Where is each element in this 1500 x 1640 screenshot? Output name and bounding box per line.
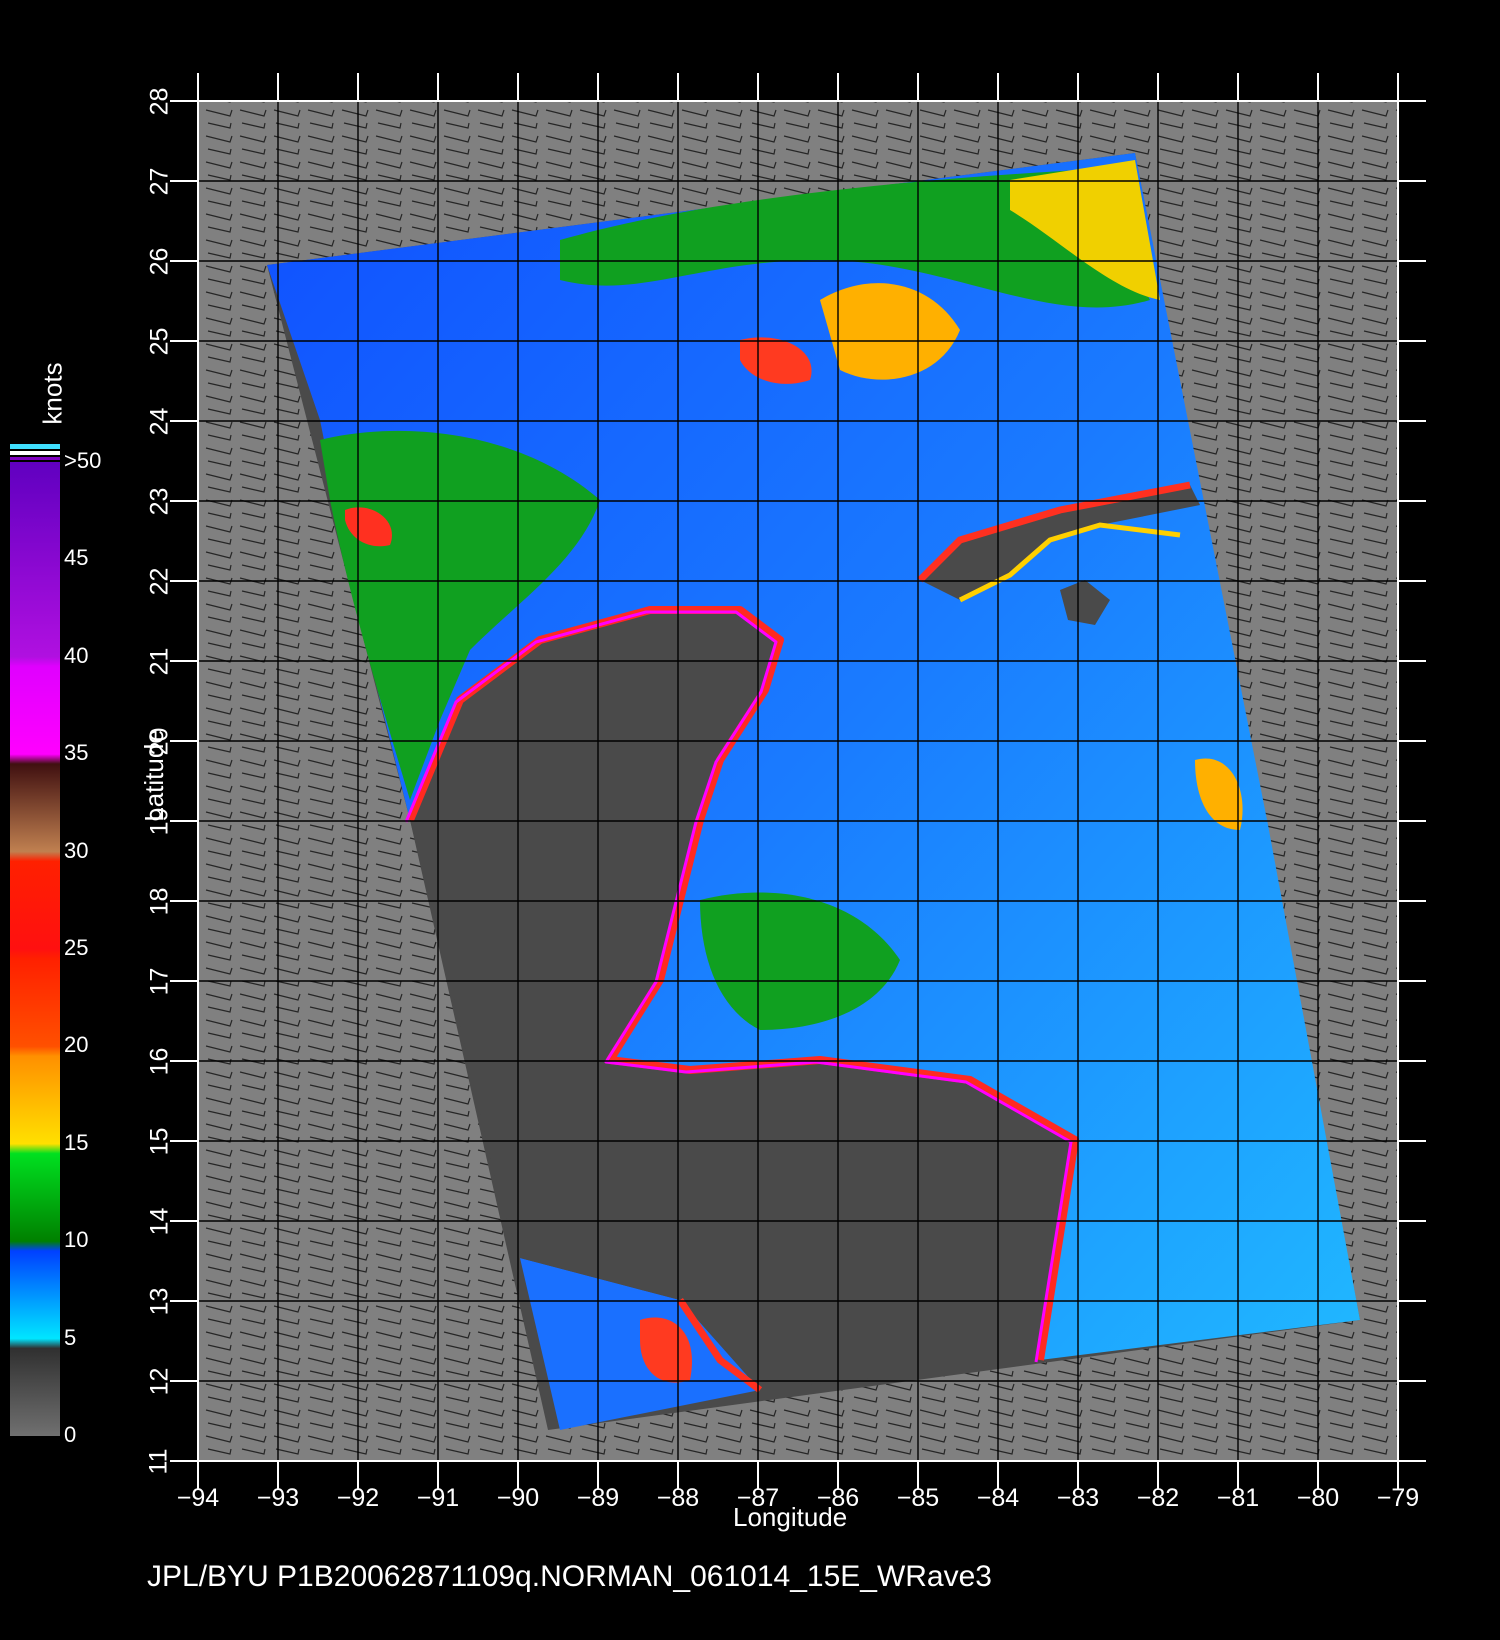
x-tick-label: −91 [416,1484,460,1512]
y-tick-label: 15 [145,1127,174,1156]
y-tick-label: 19 [145,807,174,836]
colorbar-tick-label: 5 [64,1324,77,1350]
colorbar-title: knots [37,362,68,425]
colorbar-tick-label: >50 [64,448,102,473]
x-tick-label: −80 [1296,1484,1340,1512]
colorbar-tick-label: 10 [64,1227,89,1253]
colorbar-top-cap [10,444,60,449]
x-tick-label: −84 [976,1484,1020,1512]
y-tick-label: 26 [145,247,174,276]
y-tick-label: 17 [145,967,174,996]
x-tick-label: −82 [1136,1484,1180,1512]
x-tick-label: −90 [496,1484,540,1512]
y-tick-label: 25 [145,327,174,356]
y-tick-label: 21 [145,647,174,676]
y-tick-label: 28 [145,87,174,116]
x-tick-label: −93 [256,1484,300,1512]
y-tick-label: 23 [145,487,174,516]
colorbar [10,462,60,1436]
colorbar-tick-label: 20 [64,1032,89,1058]
y-tick-label: 11 [144,1448,173,1475]
colorbar-tick-label: 35 [64,740,89,766]
colorbar-tick-label: 25 [64,935,89,960]
colorbar-tick-label: 40 [64,642,89,668]
y-tick-label: 13 [145,1287,174,1316]
y-tick-label: 20 [145,727,174,756]
x-tick-label: −81 [1216,1484,1260,1512]
x-tick-label: −89 [576,1484,620,1512]
y-tick-label: 24 [145,407,174,436]
y-tick-label: 22 [145,567,174,596]
x-tick-label: −85 [896,1484,940,1512]
product-footer-label: JPL/BYU P1B20062871109q.NORMAN_061014_15… [147,1560,992,1593]
y-tick-label: 14 [145,1207,174,1236]
colorbar-tick-label: 15 [64,1129,89,1155]
x-tick-label: −92 [336,1484,380,1512]
x-tick-label: −83 [1056,1484,1100,1512]
y-tick-label: 18 [145,887,174,916]
x-tick-label: −88 [656,1484,700,1512]
y-tick-label: 27 [145,167,174,196]
x-tick-label: −87 [736,1484,780,1512]
x-tick-label: −94 [176,1484,220,1512]
x-tick-label: −86 [816,1484,860,1512]
colorbar-tick-label: 45 [64,545,89,571]
wind-map-figure [10,73,1426,1489]
y-tick-label: 16 [145,1047,174,1076]
y-tick-label: 12 [145,1367,174,1396]
x-tick-label: −79 [1376,1484,1420,1512]
colorbar-tick-label: 0 [64,1422,77,1447]
colorbar-tick-label: 30 [64,837,89,863]
